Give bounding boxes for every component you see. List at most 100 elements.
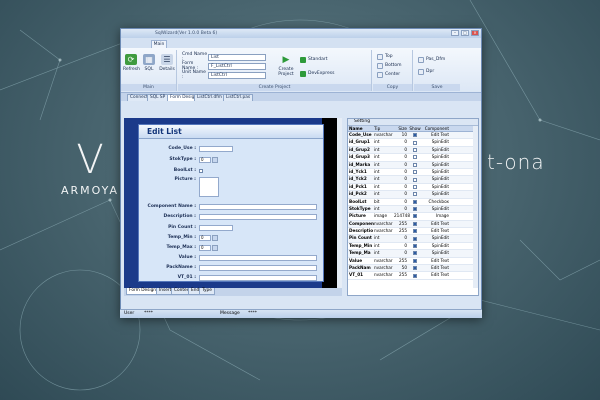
- cell-component[interactable]: Edit Text: [422, 132, 450, 138]
- col-size-header[interactable]: Size: [394, 126, 408, 131]
- stoktype-spin[interactable]: [212, 156, 218, 163]
- col-tip-header[interactable]: Tip: [374, 126, 394, 131]
- bottom-tab-type[interactable]: Type: [199, 288, 215, 295]
- show-checkbox[interactable]: [413, 266, 417, 271]
- boollst-checkbox[interactable]: [199, 168, 203, 173]
- cell-component[interactable]: Edit Text: [422, 272, 450, 278]
- show-checkbox[interactable]: [413, 140, 417, 145]
- copy-top-button[interactable]: Top: [377, 53, 393, 60]
- temp-min-spin[interactable]: [212, 234, 218, 241]
- copy-center-button[interactable]: Center: [377, 71, 400, 78]
- pin-count-input[interactable]: [199, 224, 233, 231]
- form-scrollbar[interactable]: [337, 118, 342, 288]
- table-row[interactable]: id_Pck2 int 0 SpinEdit: [348, 191, 478, 199]
- table-row[interactable]: Temp_Ma int 0 SpinEdit: [348, 250, 478, 258]
- component-name-input[interactable]: [199, 203, 317, 210]
- sql-button[interactable]: ▦ SQL: [141, 54, 157, 72]
- show-checkbox[interactable]: [413, 170, 417, 175]
- cell-component[interactable]: SpinEdit: [422, 191, 450, 197]
- details-button[interactable]: ☰ Details: [159, 54, 175, 72]
- minimize-button[interactable]: –: [451, 30, 459, 36]
- cell-component[interactable]: Edit Text: [422, 258, 450, 264]
- refresh-button[interactable]: ⟳ Refresh: [123, 54, 140, 72]
- copy-bottom-button[interactable]: Bottom: [377, 62, 402, 69]
- table-row[interactable]: Temp_Min int 0 SpinEdit: [348, 243, 478, 251]
- cell-component[interactable]: SpinEdit: [422, 139, 450, 145]
- show-checkbox[interactable]: [413, 236, 417, 241]
- show-checkbox[interactable]: [413, 199, 417, 204]
- table-row[interactable]: StokType int 0 SpinEdit: [348, 205, 478, 214]
- col-name-header[interactable]: Name: [348, 126, 374, 131]
- cell-component[interactable]: SpinEdit: [422, 176, 450, 182]
- table-row[interactable]: Pin Count int 0 SpinEdit: [348, 235, 478, 243]
- show-checkbox[interactable]: [413, 133, 417, 138]
- table-row[interactable]: BoolLst bit 0 Checkbox: [348, 199, 478, 206]
- table-row[interactable]: Code_Use nvarchar 10 Edit Text: [348, 132, 478, 140]
- table-row[interactable]: id_Grup1 int 0 SpinEdit: [348, 139, 478, 147]
- table-row[interactable]: id_Yck2 int 0 SpinEdit: [348, 176, 478, 184]
- show-checkbox[interactable]: [413, 155, 417, 160]
- show-checkbox[interactable]: [413, 251, 417, 256]
- table-row[interactable]: Descriptio nvarchar 255 Edit Text: [348, 228, 478, 236]
- show-checkbox[interactable]: [413, 177, 417, 182]
- settings-scrollbar[interactable]: [473, 126, 478, 288]
- cell-component[interactable]: Image: [422, 213, 450, 219]
- cell-component[interactable]: SpinEdit: [422, 154, 450, 160]
- show-checkbox[interactable]: [413, 162, 417, 167]
- show-checkbox[interactable]: [413, 214, 417, 219]
- show-checkbox[interactable]: [413, 147, 417, 152]
- ribbon-tab-main[interactable]: Main: [151, 40, 167, 48]
- show-checkbox[interactable]: [413, 273, 417, 278]
- devexpress-button[interactable]: DevExpress: [300, 70, 334, 77]
- tab-listctrl-dfm[interactable]: ListCtrl.dfm: [194, 94, 225, 101]
- picture-box[interactable]: [199, 177, 219, 197]
- temp-max-spin[interactable]: [212, 244, 218, 251]
- show-checkbox[interactable]: [413, 184, 417, 189]
- table-row[interactable]: id_Grup3 int 0 SpinEdit: [348, 154, 478, 162]
- cell-component[interactable]: Edit Text: [422, 265, 450, 271]
- description-input[interactable]: [199, 213, 317, 220]
- table-row[interactable]: PackNam nvarchar 50 Edit Text: [348, 265, 478, 273]
- table-row[interactable]: Picture image 214748 Image: [348, 213, 478, 221]
- cell-component[interactable]: SpinEdit: [422, 235, 450, 241]
- save-dpr-button[interactable]: Dpr: [418, 68, 434, 75]
- table-row[interactable]: Componen nvarchar 255 Edit Text: [348, 220, 478, 229]
- cell-component[interactable]: SpinEdit: [422, 206, 450, 212]
- table-row[interactable]: Value nvarchar 255 Edit Text: [348, 258, 478, 266]
- table-row[interactable]: id_Pck1 int 0 SpinEdit: [348, 184, 478, 192]
- save-pas-dfm-button[interactable]: Pas_Dfm: [418, 56, 445, 63]
- table-row[interactable]: id_Yck1 int 0 SpinEdit: [348, 169, 478, 177]
- packname-input[interactable]: [199, 264, 317, 271]
- cmd-name-input[interactable]: List: [208, 53, 266, 61]
- tab-listctrl-pas[interactable]: ListCtrl.pas: [223, 94, 254, 101]
- show-checkbox[interactable]: [413, 207, 417, 212]
- cell-component[interactable]: SpinEdit: [422, 162, 450, 168]
- unit-name-input[interactable]: ListCtrl: [208, 71, 266, 79]
- close-button[interactable]: ×: [471, 30, 479, 36]
- form-name-input[interactable]: F_ListCtrl: [208, 62, 266, 70]
- create-project-button[interactable]: ▶ Create Project: [274, 54, 298, 78]
- show-checkbox[interactable]: [413, 244, 417, 249]
- cell-component[interactable]: Edit Text: [422, 228, 450, 234]
- table-row[interactable]: id_Grup2 int 0 SpinEdit: [348, 146, 478, 155]
- cell-component[interactable]: Edit Text: [422, 221, 450, 227]
- maximize-button[interactable]: □: [461, 30, 469, 36]
- show-checkbox[interactable]: [413, 258, 417, 263]
- cell-component[interactable]: SpinEdit: [422, 169, 450, 175]
- code-use-input[interactable]: [199, 145, 233, 152]
- cell-component[interactable]: SpinEdit: [422, 184, 450, 190]
- cell-component[interactable]: SpinEdit: [422, 250, 450, 256]
- temp-max-input[interactable]: 0: [199, 244, 211, 251]
- col-show-header[interactable]: Show: [408, 126, 422, 131]
- stoktype-input[interactable]: 0: [199, 156, 211, 163]
- col-component-header[interactable]: Component: [422, 126, 450, 131]
- cell-component[interactable]: SpinEdit: [422, 147, 450, 153]
- tab-sql-sp[interactable]: SQL SP: [147, 94, 169, 101]
- bottom-tab-form-design[interactable]: Form Design: [126, 288, 160, 295]
- value-input[interactable]: [199, 254, 317, 261]
- cell-component[interactable]: Checkbox: [422, 199, 450, 205]
- show-checkbox[interactable]: [413, 221, 417, 226]
- show-checkbox[interactable]: [413, 229, 417, 234]
- standart-button[interactable]: Standart: [300, 56, 327, 63]
- table-row[interactable]: VT_01 nvarchar 255 Edit Text: [348, 272, 478, 280]
